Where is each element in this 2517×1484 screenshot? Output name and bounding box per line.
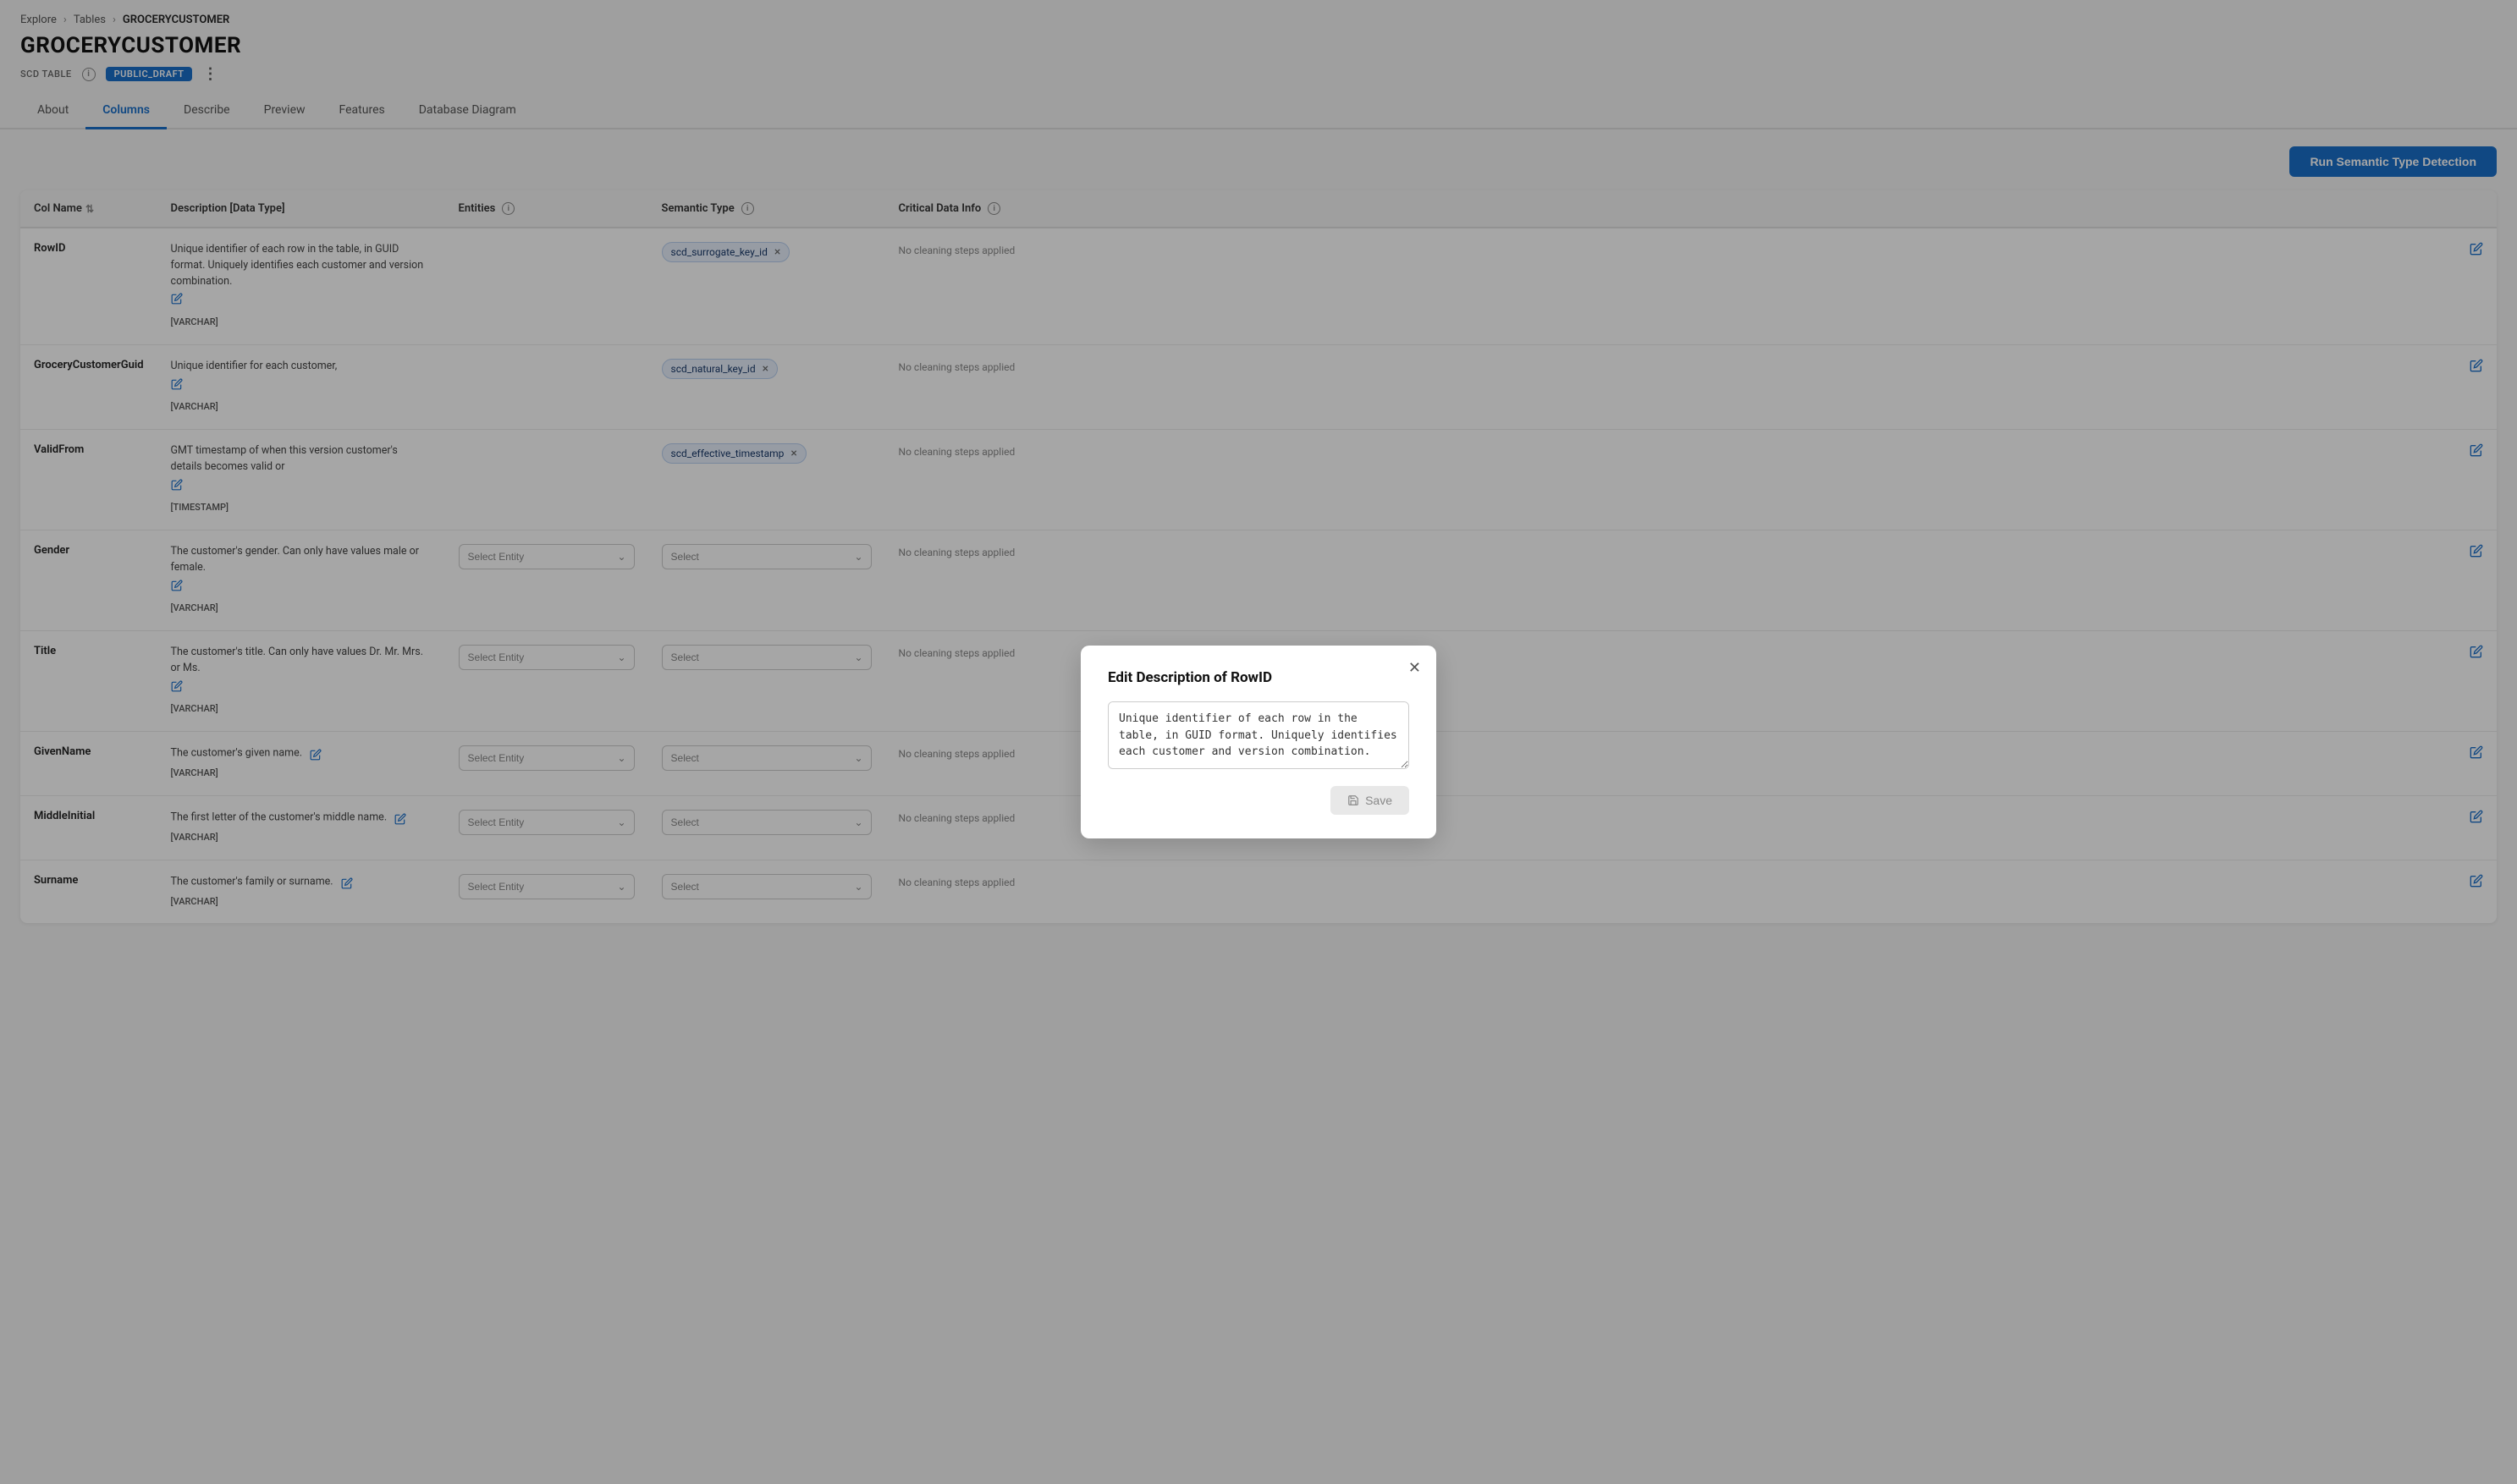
modal-save-label: Save <box>1365 794 1392 807</box>
modal-title: Edit Description of RowID <box>1108 669 1409 686</box>
modal-overlay[interactable]: Edit Description of RowID ✕ Save <box>0 0 2517 1484</box>
modal-textarea[interactable] <box>1108 701 1409 769</box>
modal-close-button[interactable]: ✕ <box>1408 659 1421 677</box>
modal-save-button[interactable]: Save <box>1330 786 1409 815</box>
page-wrapper: Explore › Tables › GROCERYCUSTOMER GROCE… <box>0 0 2517 1484</box>
modal-footer: Save <box>1108 786 1409 815</box>
edit-description-modal: Edit Description of RowID ✕ Save <box>1081 646 1436 838</box>
